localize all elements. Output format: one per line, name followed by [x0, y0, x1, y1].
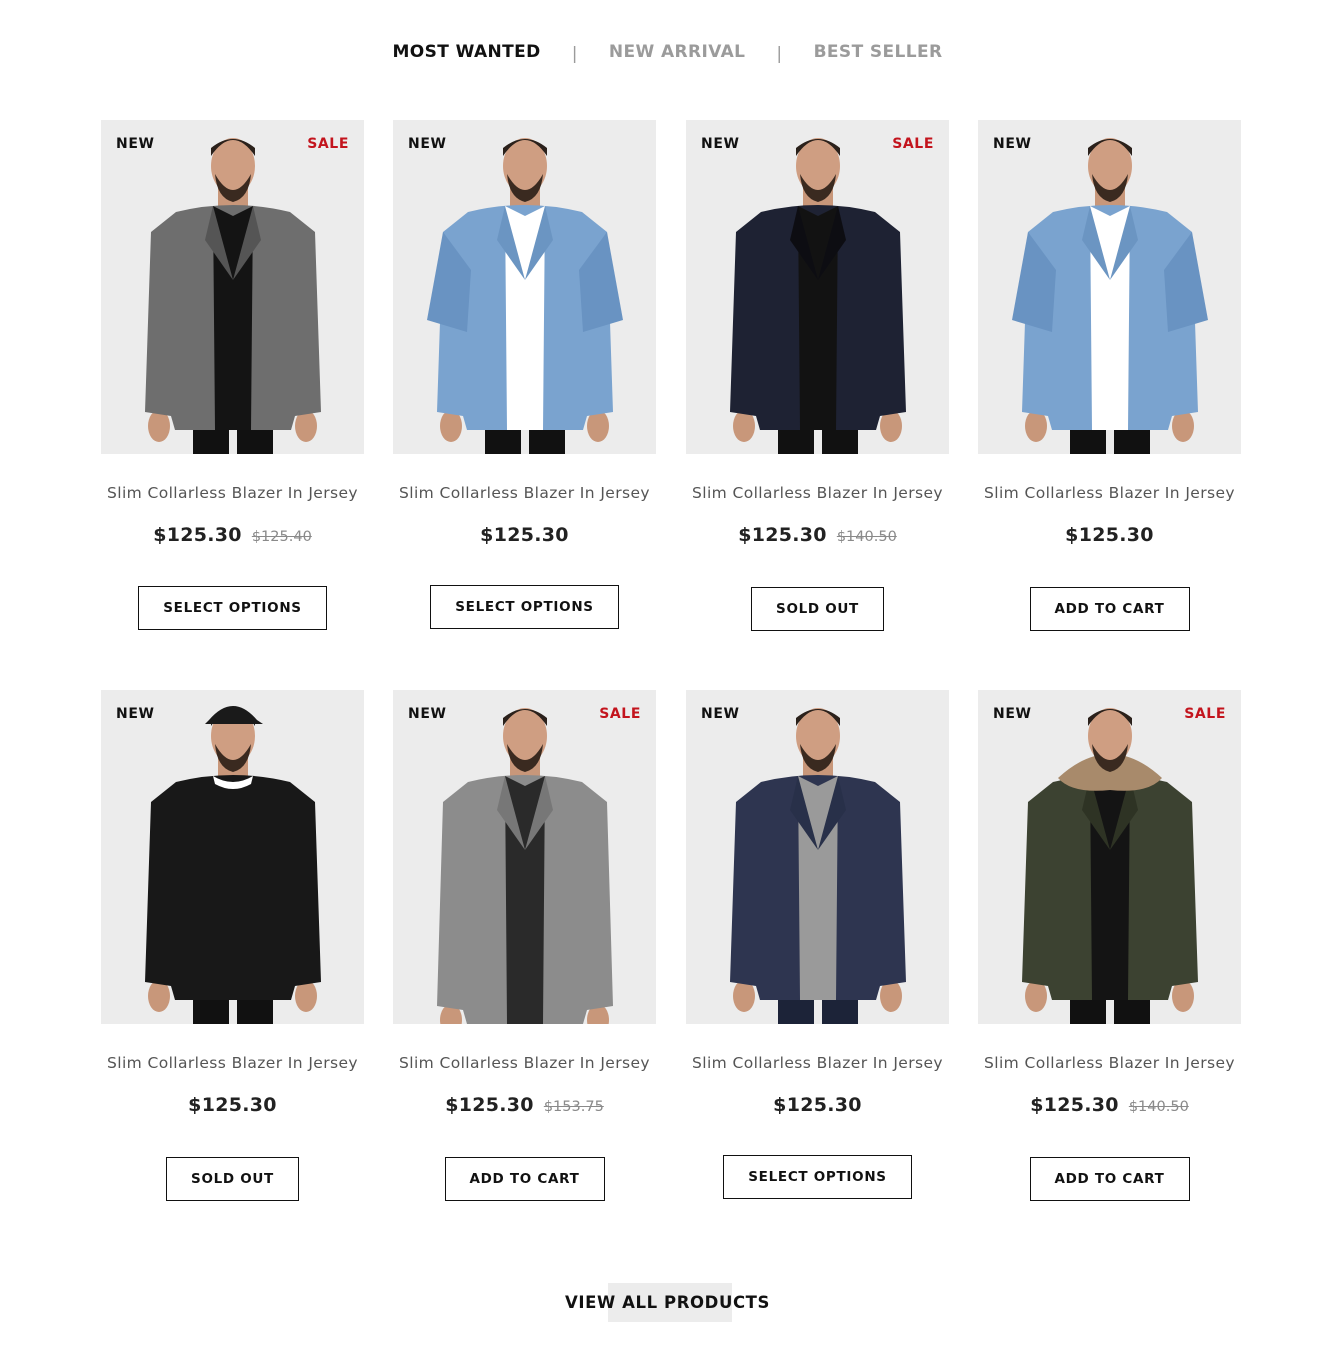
product-action: ADD TO CART [393, 1157, 656, 1201]
add-to-cart-button[interactable]: ADD TO CART [1029, 1157, 1190, 1201]
product-old-price: $140.50 [1128, 1099, 1189, 1115]
product-image-black-sweater[interactable]: NEW [101, 690, 364, 1024]
product-card: NEW SALE Slim Collarless Blazer In Jersey $… [978, 690, 1241, 1210]
product-price: $125.30 [773, 1094, 862, 1116]
product-image-navy-blazer[interactable]: NEW SALE [686, 120, 949, 454]
product-price: $125.30 [1065, 524, 1154, 546]
product-prices: $125.30 [383, 524, 666, 546]
product-image-grey-overcoat[interactable]: NEW SALE [393, 690, 656, 1024]
product-name[interactable]: Slim Collarless Blazer In Jersey [676, 1054, 959, 1072]
product-price: $125.30 [153, 524, 242, 546]
product-name[interactable]: Slim Collarless Blazer In Jersey [676, 484, 959, 502]
product-price: $125.30 [480, 524, 569, 546]
product-name[interactable]: Slim Collarless Blazer In Jersey [91, 484, 374, 502]
product-price: $125.30 [445, 1094, 534, 1116]
product-price: $125.30 [1030, 1094, 1119, 1116]
new-badge: NEW [116, 136, 155, 152]
product-old-price: $125.40 [251, 529, 312, 545]
product-action: SOLD OUT [686, 587, 949, 631]
product-prices: $125.30 $140.50 [968, 1094, 1251, 1116]
new-badge: NEW [408, 706, 447, 722]
select-options-button[interactable]: SELECT OPTIONS [723, 1155, 912, 1199]
product-prices: $125.30 $140.50 [676, 524, 959, 546]
product-card: NEW Slim Collarless Blazer In Jersey $125.… [978, 120, 1241, 640]
add-to-cart-button[interactable]: ADD TO CART [444, 1157, 605, 1201]
new-badge: NEW [408, 136, 447, 152]
product-grid: NEW SALE Slim Collarless Blazer In Jersey $… [0, 0, 1335, 1347]
sold-out-button: SOLD OUT [166, 1157, 299, 1201]
select-options-button[interactable]: SELECT OPTIONS [430, 585, 619, 629]
product-card: NEW Slim Collarless Blazer In Jersey $125.… [393, 120, 656, 640]
product-prices: $125.30 [676, 1094, 959, 1116]
product-action: ADD TO CART [978, 1157, 1241, 1201]
product-action: SELECT OPTIONS [393, 585, 656, 629]
sold-out-button: SOLD OUT [751, 587, 884, 631]
product-card: NEW SALE Slim Collarless Blazer In Jersey $… [101, 120, 364, 640]
view-all-products: VIEW ALL PRODUCTS [0, 1283, 1335, 1322]
sale-badge: SALE [307, 136, 349, 152]
product-old-price: $140.50 [836, 529, 897, 545]
product-price: $125.30 [188, 1094, 277, 1116]
product-action: SOLD OUT [101, 1157, 364, 1201]
product-prices: $125.30 $153.75 [383, 1094, 666, 1116]
add-to-cart-button[interactable]: ADD TO CART [1029, 587, 1190, 631]
product-name[interactable]: Slim Collarless Blazer In Jersey [383, 484, 666, 502]
product-action: SELECT OPTIONS [101, 586, 364, 630]
sale-badge: SALE [599, 706, 641, 722]
product-name[interactable]: Slim Collarless Blazer In Jersey [91, 1054, 374, 1072]
new-badge: NEW [116, 706, 155, 722]
sale-badge: SALE [892, 136, 934, 152]
product-image-navy-tweed-blazer[interactable]: NEW [686, 690, 949, 1024]
new-badge: NEW [993, 136, 1032, 152]
view-all-products-link[interactable]: VIEW ALL PRODUCTS [565, 1293, 770, 1312]
product-card: NEW SALE Slim Collarless Blazer In Jersey $… [393, 690, 656, 1210]
product-action: ADD TO CART [978, 587, 1241, 631]
product-price: $125.30 [738, 524, 827, 546]
product-card: NEW Slim Collarless Blazer In Jersey $125.… [686, 690, 949, 1210]
product-action: SELECT OPTIONS [686, 1155, 949, 1199]
product-name[interactable]: Slim Collarless Blazer In Jersey [968, 1054, 1251, 1072]
product-prices: $125.30 [968, 524, 1251, 546]
select-options-button[interactable]: SELECT OPTIONS [138, 586, 327, 630]
new-badge: NEW [701, 706, 740, 722]
new-badge: NEW [993, 706, 1032, 722]
product-image-grey-blazer[interactable]: NEW SALE [101, 120, 364, 454]
product-image-green-parka[interactable]: NEW SALE [978, 690, 1241, 1024]
product-image-denim-kimono[interactable]: NEW [978, 120, 1241, 454]
product-card: NEW Slim Collarless Blazer In Jersey $125.… [101, 690, 364, 1210]
new-badge: NEW [701, 136, 740, 152]
product-name[interactable]: Slim Collarless Blazer In Jersey [968, 484, 1251, 502]
product-card: NEW SALE Slim Collarless Blazer In Jersey $… [686, 120, 949, 640]
product-image-denim-kimono[interactable]: NEW [393, 120, 656, 454]
product-old-price: $153.75 [543, 1099, 604, 1115]
sale-badge: SALE [1184, 706, 1226, 722]
product-prices: $125.30 $125.40 [91, 524, 374, 546]
product-name[interactable]: Slim Collarless Blazer In Jersey [383, 1054, 666, 1072]
product-prices: $125.30 [91, 1094, 374, 1116]
